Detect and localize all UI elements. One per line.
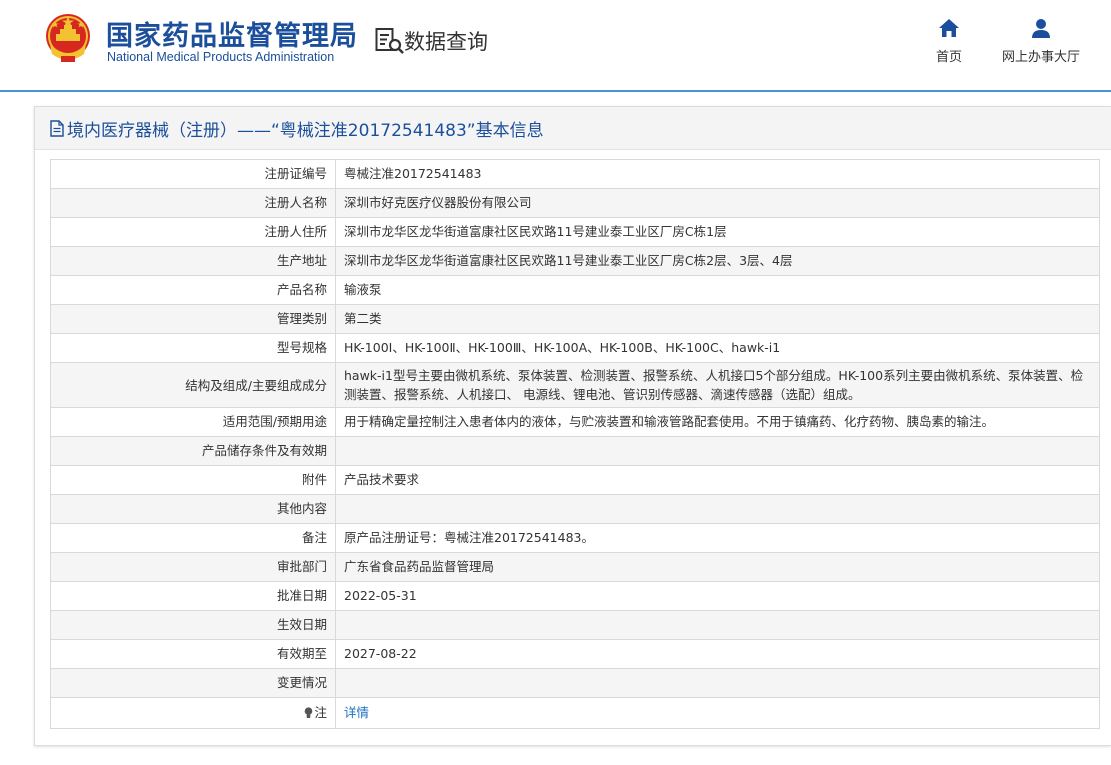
row-key: 批准日期 xyxy=(50,581,336,611)
row-value: 第二类 xyxy=(335,304,1100,334)
row-key: 生产地址 xyxy=(50,246,336,276)
details-link[interactable]: 详情 xyxy=(344,705,369,720)
document-icon xyxy=(50,119,64,137)
table-row: 注册证编号 粤械注准20172541483 xyxy=(50,159,1100,189)
panel-title: 境内医疗器械（注册）——“粤械注准20172541483”基本信息 xyxy=(35,107,1111,150)
detail-panel: 境内医疗器械（注册）——“粤械注准20172541483”基本信息 注册证编号粤… xyxy=(34,106,1111,746)
row-value: 深圳市好克医疗仪器股份有限公司 xyxy=(335,188,1100,218)
row-value: 用于精确定量控制注入患者体内的液体，与贮液装置和输液管路配套使用。不用于镇痛药、… xyxy=(335,407,1100,437)
row-value: hawk-i1型号主要由微机系统、泵体装置、检测装置、报警系统、人机接口5个部分… xyxy=(335,362,1100,408)
row-value: HK-100Ⅰ、HK-100Ⅱ、HK-100Ⅲ、HK-100A、HK-100B、… xyxy=(335,333,1100,363)
header-divider xyxy=(0,90,1111,92)
table-row: 适用范围/预期用途 用于精确定量控制注入患者体内的液体，与贮液装置和输液管路配套使… xyxy=(50,407,1100,437)
row-key: 注册人住所 xyxy=(50,217,336,247)
site-header: 国家药品监督管理局 National Medical Products Admi… xyxy=(0,0,1111,90)
row-value: 深圳市龙华区龙华街道富康社区民欢路11号建业泰工业区厂房C栋1层 xyxy=(335,217,1100,247)
table-row: 生效日期 xyxy=(50,610,1100,640)
row-key: 注册证编号 xyxy=(50,159,336,189)
row-value xyxy=(335,436,1100,466)
table-row: 审批部门 广东省食品药品监督管理局 xyxy=(50,552,1100,582)
table-row: 其他内容 xyxy=(50,494,1100,524)
table-row: 变更情况 xyxy=(50,668,1100,698)
row-key: 备注 xyxy=(50,523,336,553)
row-key: 型号规格 xyxy=(50,333,336,363)
row-value: 原产品注册证号：粤械注准20172541483。 xyxy=(335,523,1100,553)
table-row: 批准日期 2022-05-31 xyxy=(50,581,1100,611)
row-key: 审批部门 xyxy=(50,552,336,582)
row-key: 产品储存条件及有效期 xyxy=(50,436,336,466)
table-row: 产品储存条件及有效期 xyxy=(50,436,1100,466)
nav-online-service-hall[interactable]: 网上办事大厅 xyxy=(998,18,1084,65)
registration-info-table: 注册证编号 粤械注准20172541483 注册人名称 深圳市好克医疗仪器股份有限公… xyxy=(50,159,1100,729)
table-row: 注 详情 xyxy=(50,697,1100,729)
table-row: 注册人名称 深圳市好克医疗仪器股份有限公司 xyxy=(50,188,1100,218)
home-icon xyxy=(939,19,959,37)
data-query-icon xyxy=(375,28,404,54)
section-title: 数据查询 xyxy=(404,30,488,54)
row-value xyxy=(335,494,1100,524)
row-value xyxy=(335,668,1100,698)
row-key: 管理类别 xyxy=(50,304,336,334)
row-value xyxy=(335,610,1100,640)
nav-home[interactable]: 首页 xyxy=(930,18,968,65)
table-row: 管理类别 第二类 xyxy=(50,304,1100,334)
row-key: 注 xyxy=(50,697,336,729)
org-name-cn: 国家药品监督管理局 xyxy=(106,21,358,52)
row-key: 有效期至 xyxy=(50,639,336,669)
row-key: 注册人名称 xyxy=(50,188,336,218)
row-key-text: 注 xyxy=(314,705,327,720)
table-row: 注册人住所 深圳市龙华区龙华街道富康社区民欢路11号建业泰工业区厂房C栋1层 xyxy=(50,217,1100,247)
row-value: 产品技术要求 xyxy=(335,465,1100,495)
table-row: 备注 原产品注册证号：粤械注准20172541483。 xyxy=(50,523,1100,553)
row-key: 变更情况 xyxy=(50,668,336,698)
row-key: 其他内容 xyxy=(50,494,336,524)
org-name-en: National Medical Products Administration xyxy=(107,50,335,64)
row-value: 2022-05-31 xyxy=(335,581,1100,611)
row-value: 广东省食品药品监督管理局 xyxy=(335,552,1100,582)
table-row: 型号规格 HK-100Ⅰ、HK-100Ⅱ、HK-100Ⅲ、HK-100A、HK-1… xyxy=(50,333,1100,363)
row-key: 产品名称 xyxy=(50,275,336,305)
table-row: 附件 产品技术要求 xyxy=(50,465,1100,495)
row-key: 结构及组成/主要组成成分 xyxy=(50,362,336,408)
bulb-icon xyxy=(305,707,313,718)
nav-online-service-hall-label: 网上办事大厅 xyxy=(1001,50,1080,65)
row-key: 附件 xyxy=(50,465,336,495)
table-row: 结构及组成/主要组成成分 hawk-i1型号主要由微机系统、泵体装置、检测装置、报… xyxy=(50,362,1100,408)
row-value: 输液泵 xyxy=(335,275,1100,305)
row-value: 深圳市龙华区龙华街道富康社区民欢路11号建业泰工业区厂房C栋2层、3层、4层 xyxy=(335,246,1100,276)
nav-home-label: 首页 xyxy=(935,50,962,65)
row-key: 适用范围/预期用途 xyxy=(50,407,336,437)
user-icon xyxy=(1032,19,1050,38)
table-row: 生产地址 深圳市龙华区龙华街道富康社区民欢路11号建业泰工业区厂房C栋2层、3层、… xyxy=(50,246,1100,276)
row-value: 详情 xyxy=(335,697,1100,729)
row-value: 粤械注准20172541483 xyxy=(335,159,1100,189)
panel-title-text: 境内医疗器械（注册）——“粤械注准20172541483”基本信息 xyxy=(67,120,544,141)
table-row: 有效期至 2027-08-22 xyxy=(50,639,1100,669)
national-emblem-icon xyxy=(46,14,90,62)
row-key: 生效日期 xyxy=(50,610,336,640)
table-row: 产品名称 输液泵 xyxy=(50,275,1100,305)
row-value: 2027-08-22 xyxy=(335,639,1100,669)
